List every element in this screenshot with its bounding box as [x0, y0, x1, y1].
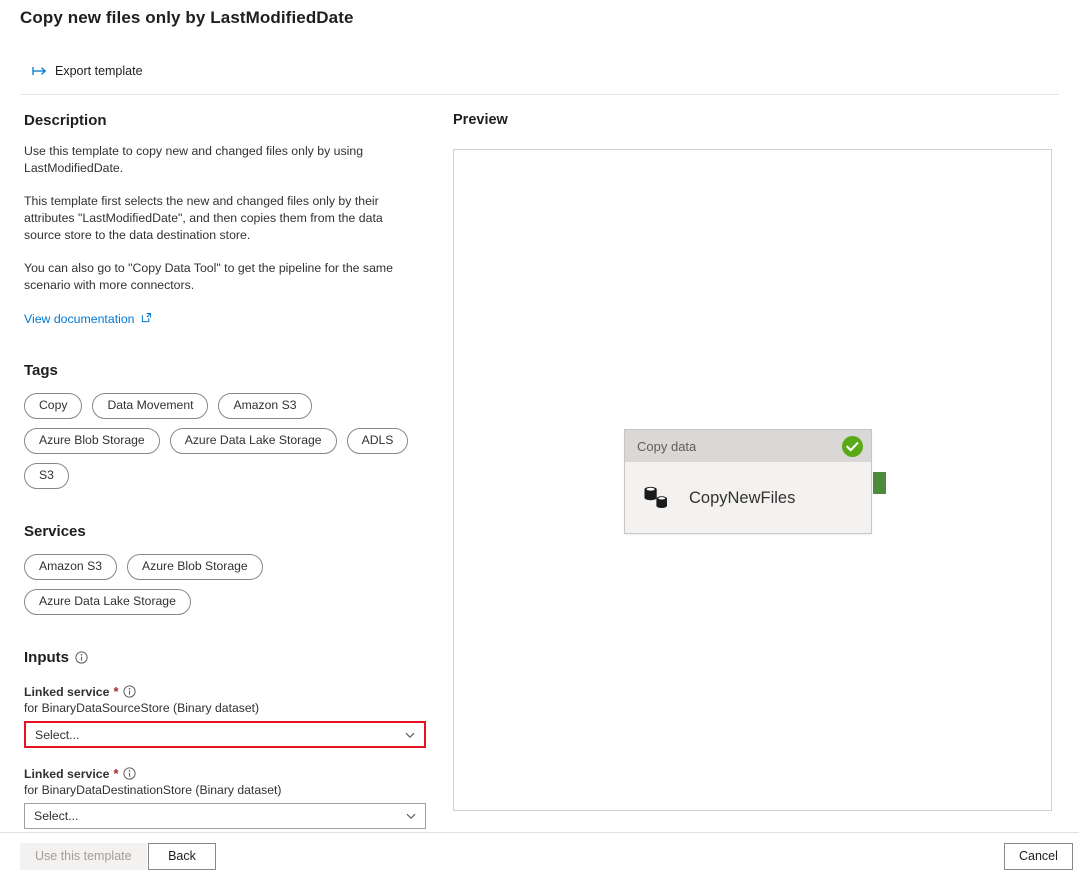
linked-service-source-sublabel: for BinaryDataSourceStore (Binary datase…: [24, 701, 434, 715]
description-paragraph: Use this template to copy new and change…: [24, 143, 414, 177]
description-paragraph: You can also go to "Copy Data Tool" to g…: [24, 260, 414, 294]
service-pill: Azure Data Lake Storage: [24, 589, 191, 615]
node-body: CopyNewFiles: [625, 462, 871, 534]
info-icon[interactable]: [123, 767, 136, 780]
tag-pill: Azure Blob Storage: [24, 428, 160, 454]
linked-service-source-value: Select...: [35, 728, 404, 742]
tags-list: Copy Data Movement Amazon S3 Azure Blob …: [24, 393, 424, 489]
inputs-heading-row: Inputs: [24, 649, 434, 666]
services-section: Services Amazon S3 Azure Blob Storage Az…: [24, 523, 434, 615]
linked-service-source-label-row: Linked service *: [24, 684, 434, 699]
toolbar: Export template: [0, 58, 1079, 96]
services-heading: Services: [24, 523, 434, 540]
linked-service-source-label: Linked service: [24, 685, 109, 699]
description-paragraph: This template first selects the new and …: [24, 193, 414, 244]
linked-service-destination-value: Select...: [34, 809, 405, 823]
inputs-heading: Inputs: [24, 649, 69, 666]
required-marker: *: [113, 766, 118, 781]
tag-pill: Copy: [24, 393, 82, 419]
linked-service-source-select[interactable]: Select...: [24, 721, 426, 748]
tag-pill: Amazon S3: [218, 393, 311, 419]
services-list: Amazon S3 Azure Blob Storage Azure Data …: [24, 554, 324, 615]
node-header: Copy data: [625, 430, 871, 462]
view-documentation-label: View documentation: [24, 312, 135, 326]
use-this-template-button[interactable]: Use this template: [20, 843, 147, 870]
node-activity-name: CopyNewFiles: [689, 489, 795, 508]
info-icon[interactable]: [123, 685, 136, 698]
pipeline-activity-node[interactable]: Copy data: [624, 429, 872, 534]
export-arrow-icon: [32, 65, 47, 77]
description-section: Description Use this template to copy ne…: [24, 112, 434, 328]
tags-section: Tags Copy Data Movement Amazon S3 Azure …: [24, 362, 434, 489]
cancel-button[interactable]: Cancel: [1004, 843, 1073, 870]
footer-divider: [0, 832, 1079, 833]
service-pill: Azure Blob Storage: [127, 554, 263, 580]
chevron-down-icon: [405, 810, 417, 822]
node-type-label: Copy data: [637, 439, 842, 454]
service-pill: Amazon S3: [24, 554, 117, 580]
tag-pill: Data Movement: [92, 393, 208, 419]
page-title: Copy new files only by LastModifiedDate: [20, 8, 354, 28]
required-marker: *: [113, 684, 118, 699]
linked-service-destination-sublabel: for BinaryDataDestinationStore (Binary d…: [24, 783, 434, 797]
inputs-section: Inputs Linked service *: [24, 649, 434, 829]
view-documentation-link[interactable]: View documentation: [24, 312, 152, 326]
preview-canvas[interactable]: Copy data: [453, 149, 1052, 811]
linked-service-destination-label-row: Linked service *: [24, 766, 434, 781]
export-template-label: Export template: [55, 64, 143, 78]
preview-heading: Preview: [453, 112, 508, 128]
toolbar-divider: [20, 94, 1059, 95]
linked-service-destination-label: Linked service: [24, 767, 109, 781]
copy-data-database-icon: [642, 484, 672, 512]
linked-service-source-field: Linked service * for BinaryDataSourceSto…: [24, 684, 434, 748]
info-icon[interactable]: [75, 651, 88, 664]
tag-pill: Azure Data Lake Storage: [170, 428, 337, 454]
export-template-button[interactable]: Export template: [28, 60, 147, 82]
tag-pill: ADLS: [347, 428, 409, 454]
chevron-down-icon: [404, 729, 416, 741]
left-panel: Description Use this template to copy ne…: [24, 112, 434, 829]
linked-service-destination-field: Linked service * for BinaryDataDestinati…: [24, 766, 434, 829]
output-port[interactable]: [873, 472, 886, 494]
external-link-icon: [141, 312, 152, 326]
linked-service-destination-select[interactable]: Select...: [24, 803, 426, 829]
tags-heading: Tags: [24, 362, 434, 379]
tag-pill: S3: [24, 463, 69, 489]
back-button[interactable]: Back: [148, 843, 216, 870]
check-circle-icon: [842, 436, 863, 457]
description-heading: Description: [24, 112, 434, 129]
